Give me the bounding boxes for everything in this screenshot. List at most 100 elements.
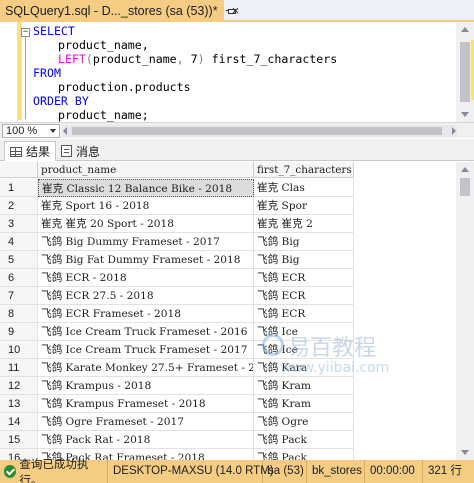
- grid-corner-header[interactable]: [0, 162, 38, 178]
- status-server: DESKTOP-MAXSU (14.0 RTM): [108, 460, 274, 483]
- scroll-right-icon[interactable]: [452, 127, 456, 135]
- column-header-product-name[interactable]: product_name: [38, 162, 254, 178]
- table-row[interactable]: 13 飞鸽 Krampus Frameset - 2018 飞鸽 Kram: [0, 395, 354, 413]
- row-number[interactable]: 10: [0, 341, 38, 359]
- row-number[interactable]: 11: [0, 359, 38, 377]
- query-editor[interactable]: − SELECT product_name, LEFT(product_name…: [0, 22, 474, 122]
- cell-product-name[interactable]: 飞鸽 Ice Cream Truck Frameset - 2017: [38, 341, 254, 359]
- code-line-2[interactable]: product_name,: [58, 38, 149, 53]
- column-product-name: product_name,: [58, 38, 149, 52]
- row-number[interactable]: 7: [0, 287, 38, 305]
- cell-product-name[interactable]: 崔克 崔克 20 Sport - 2018: [38, 215, 254, 233]
- table-row[interactable]: 12 飞鸽 Krampus - 2018 飞鸽 Kram: [0, 377, 354, 395]
- row-number[interactable]: 15: [0, 431, 38, 449]
- table-row[interactable]: 15 飞鸽 Pack Rat - 2018 飞鸽 Pack: [0, 431, 354, 449]
- cell-first-7-characters[interactable]: 崔克 Spor: [254, 197, 354, 215]
- cell-first-7-characters[interactable]: 飞鸽 Big: [254, 251, 354, 269]
- tab-results[interactable]: 结果: [4, 141, 57, 161]
- row-number[interactable]: 5: [0, 251, 38, 269]
- cell-first-7-characters[interactable]: 崔克 崔克 2: [254, 215, 354, 233]
- fold-line: [25, 37, 26, 119]
- cell-product-name[interactable]: 飞鸽 Big Dummy Frameset - 2017: [38, 233, 254, 251]
- table-row[interactable]: 5 飞鸽 Big Fat Dummy Frameset - 2018 飞鸽 Big: [0, 251, 354, 269]
- table-row[interactable]: 14 飞鸽 Ogre Frameset - 2017 飞鸽 Ogre: [0, 413, 354, 431]
- code-line-5[interactable]: production.products: [58, 80, 191, 95]
- row-number[interactable]: 13: [0, 395, 38, 413]
- cell-first-7-characters[interactable]: 崔克 Clas: [254, 179, 354, 197]
- cell-product-name[interactable]: 飞鸽 Ice Cream Truck Frameset - 2016: [38, 323, 254, 341]
- collapse-toggle-icon[interactable]: −: [21, 28, 30, 37]
- editor-gutter: [0, 22, 18, 122]
- watermark-logo-icon: [262, 334, 284, 356]
- code-line-7[interactable]: product_name;: [58, 108, 149, 123]
- cell-product-name[interactable]: 飞鸽 ECR - 2018: [38, 269, 254, 287]
- results-tab-strip: 结果 消息: [0, 139, 474, 161]
- table-row[interactable]: 4 飞鸽 Big Dummy Frameset - 2017 飞鸽 Big: [0, 233, 354, 251]
- table-row[interactable]: 2 崔克 Sport 16 - 2018 崔克 Spor: [0, 197, 354, 215]
- cell-product-name[interactable]: 飞鸽 Krampus - 2018: [38, 377, 254, 395]
- row-number[interactable]: 12: [0, 377, 38, 395]
- zoom-bar: 100 %: [0, 122, 474, 138]
- editor-scroll-thumb[interactable]: [460, 42, 470, 102]
- row-number[interactable]: 1: [0, 179, 38, 197]
- scroll-down-icon[interactable]: [461, 450, 469, 455]
- tab-messages[interactable]: 消息: [56, 141, 105, 161]
- grid-scroll-thumb[interactable]: [460, 178, 470, 196]
- table-row[interactable]: 7 飞鸽 ECR 27.5 - 2018 飞鸽 ECR: [0, 287, 354, 305]
- row-number[interactable]: 4: [0, 233, 38, 251]
- document-tab[interactable]: SQLQuery1.sql - D..._stores (sa (53))* ×: [0, 0, 239, 22]
- document-tab-title: SQLQuery1.sql - D..._stores (sa (53))*: [5, 4, 218, 18]
- column-header-first-7-characters[interactable]: first_7_characters: [254, 162, 354, 178]
- editor-horizontal-scrollbar[interactable]: [62, 125, 457, 137]
- cell-first-7-characters[interactable]: 飞鸽 ECR: [254, 269, 354, 287]
- cell-first-7-characters[interactable]: 飞鸽 Pack: [254, 431, 354, 449]
- chevron-down-icon[interactable]: [50, 129, 56, 133]
- table-row[interactable]: 1 崔克 Classic 12 Balance Bike - 2018 崔克 Cla…: [0, 179, 354, 197]
- row-number[interactable]: 2: [0, 197, 38, 215]
- scroll-left-icon[interactable]: [63, 127, 67, 135]
- editor-hscroll-thumb[interactable]: [72, 127, 442, 135]
- zoom-select[interactable]: 100 %: [2, 124, 60, 138]
- cell-product-name[interactable]: 飞鸽 Ogre Frameset - 2017: [38, 413, 254, 431]
- cell-product-name[interactable]: 飞鸽 Pack Rat - 2018: [38, 431, 254, 449]
- cell-first-7-characters[interactable]: 飞鸽 Kram: [254, 377, 354, 395]
- cell-first-7-characters[interactable]: 飞鸽 Pack: [254, 449, 354, 460]
- cell-first-7-characters[interactable]: 飞鸽 ECR: [254, 287, 354, 305]
- cell-product-name[interactable]: 飞鸽 Krampus Frameset - 2018: [38, 395, 254, 413]
- row-number[interactable]: 6: [0, 269, 38, 287]
- table-row[interactable]: 6 飞鸽 ECR - 2018 飞鸽 ECR: [0, 269, 354, 287]
- editor-vertical-scrollbar[interactable]: [456, 22, 474, 122]
- cell-first-7-characters[interactable]: 飞鸽 Big: [254, 233, 354, 251]
- code-line-1[interactable]: SELECT: [33, 24, 75, 39]
- scroll-up-icon[interactable]: [461, 167, 469, 172]
- scroll-down-icon[interactable]: [461, 112, 469, 117]
- results-grid[interactable]: product_name first_7_characters 1 崔克 Clas…: [0, 162, 474, 460]
- row-number[interactable]: 8: [0, 305, 38, 323]
- cell-product-name[interactable]: 飞鸽 ECR Frameset - 2018: [38, 305, 254, 323]
- status-elapsed-time: 00:00:00: [365, 460, 423, 483]
- row-number[interactable]: 9: [0, 323, 38, 341]
- row-number[interactable]: 14: [0, 413, 38, 431]
- tab-messages-label: 消息: [76, 144, 101, 159]
- status-user: sa (53): [263, 460, 307, 483]
- cell-product-name[interactable]: 飞鸽 ECR 27.5 - 2018: [38, 287, 254, 305]
- row-number[interactable]: 3: [0, 215, 38, 233]
- table-row[interactable]: 8 飞鸽 ECR Frameset - 2018 飞鸽 ECR: [0, 305, 354, 323]
- code-line-6[interactable]: ORDER BY: [33, 94, 89, 109]
- cell-product-name[interactable]: 崔克 Classic 12 Balance Bike - 2018: [38, 179, 254, 197]
- watermark-text: 易百教程: [288, 336, 377, 361]
- grid-vertical-scrollbar[interactable]: [456, 162, 474, 460]
- cell-first-7-characters[interactable]: 飞鸽 Ogre: [254, 413, 354, 431]
- cell-product-name[interactable]: 崔克 Sport 16 - 2018: [38, 197, 254, 215]
- cell-first-7-characters[interactable]: 飞鸽 Kram: [254, 395, 354, 413]
- scroll-up-icon[interactable]: [461, 27, 469, 32]
- order-column: product_name;: [58, 108, 149, 122]
- cell-product-name[interactable]: 飞鸽 Big Fat Dummy Frameset - 2018: [38, 251, 254, 269]
- code-line-4[interactable]: FROM: [33, 66, 61, 81]
- status-message-segment: 查询已成功执行。: [0, 459, 108, 483]
- table-row[interactable]: 3 崔克 崔克 20 Sport - 2018 崔克 崔克 2: [0, 215, 354, 233]
- watermark-url: www.yiibai.com: [280, 360, 390, 376]
- cell-product-name[interactable]: 飞鸽 Karate Monkey 27.5+ Frameset - 2017: [38, 359, 254, 377]
- code-line-3[interactable]: LEFT(product_name, 7) first_7_characters: [58, 52, 337, 67]
- cell-first-7-characters[interactable]: 飞鸽 ECR: [254, 305, 354, 323]
